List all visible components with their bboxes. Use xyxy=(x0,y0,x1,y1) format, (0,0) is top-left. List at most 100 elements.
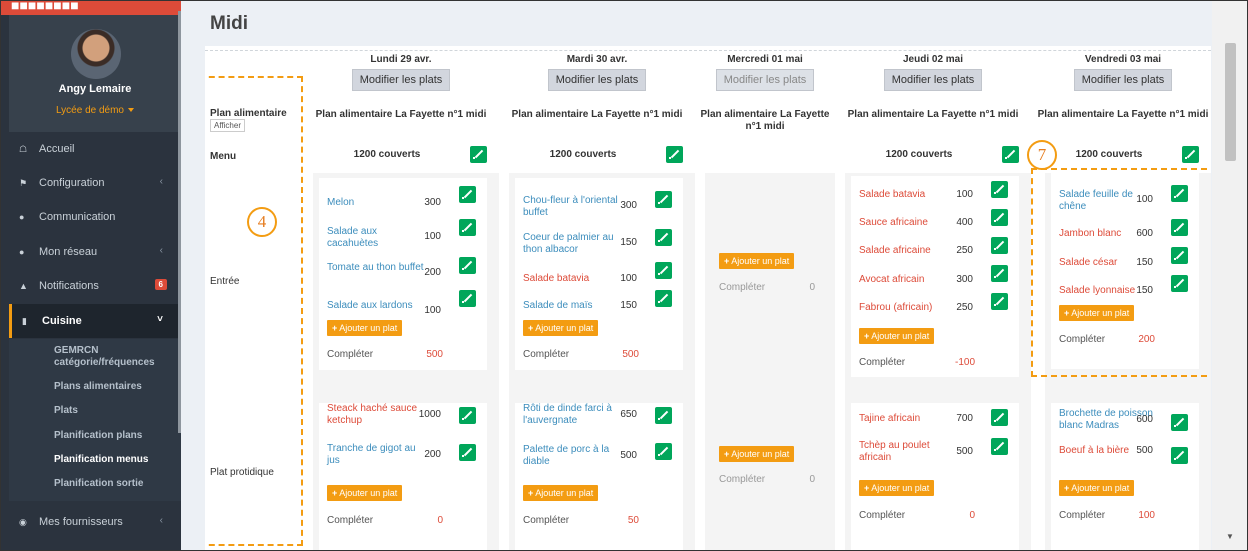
add-dish-button[interactable]: + Ajouter un plat xyxy=(523,485,599,501)
covers-count: 1200 couverts xyxy=(353,149,421,160)
complete-label: Compléter xyxy=(719,474,766,485)
entree-card: Chou-fleur à l'oriental buffet 300 Coeur d… xyxy=(515,178,683,370)
annotation-circle-7: 7 xyxy=(1027,140,1057,170)
edit-pencil-icon[interactable] xyxy=(991,265,1008,282)
submenu-item-planification-menus[interactable]: Planification menus xyxy=(54,454,148,466)
modify-dishes-button[interactable]: Modifier les plats xyxy=(715,69,815,91)
add-dish-label: Ajouter un plat xyxy=(871,331,930,341)
submenu-item-planification-sortie[interactable]: Planification sortie xyxy=(54,478,143,490)
dish-quantity: 1000 xyxy=(418,409,441,420)
edit-pencil-icon[interactable] xyxy=(991,409,1008,426)
plus-icon: + xyxy=(864,483,870,493)
edit-pencil-icon[interactable] xyxy=(655,407,672,424)
edit-pencil-icon[interactable] xyxy=(459,219,476,236)
school-selector[interactable]: Lycée de démo xyxy=(9,105,181,116)
edit-pencil-icon[interactable] xyxy=(459,186,476,203)
dish-quantity: 600 xyxy=(1136,414,1153,425)
modify-dishes-button[interactable]: Modifier les plats xyxy=(883,69,983,91)
day-header: Mardi 30 avr. Modifier les plats xyxy=(499,54,695,91)
edit-pencil-icon[interactable] xyxy=(991,209,1008,226)
main-area: Midi Plan alimentaire Afficher Menu Entr… xyxy=(181,1,1212,550)
edit-pencil-icon[interactable] xyxy=(655,443,672,460)
modify-dishes-button[interactable]: Modifier les plats xyxy=(547,69,647,91)
add-dish-button[interactable]: + Ajouter un plat xyxy=(1059,480,1135,496)
add-dish-button[interactable]: + Ajouter un plat xyxy=(523,320,599,336)
edit-pencil-icon[interactable] xyxy=(1182,146,1199,163)
edit-pencil-icon[interactable] xyxy=(991,438,1008,455)
bell-icon: ▲ xyxy=(19,281,28,291)
day-name: Mercredi 01 mai xyxy=(727,54,803,65)
annotation-circle-4: 4 xyxy=(247,207,277,237)
page-scrollbar[interactable]: ▼ xyxy=(1212,1,1247,550)
edit-pencil-icon[interactable] xyxy=(666,146,683,163)
add-dish-label: Ajouter un plat xyxy=(731,449,790,459)
day-name: Lundi 29 avr. xyxy=(370,54,432,65)
sidebar-item-6[interactable]: ◉ Mes fournisseurs ‹ xyxy=(9,505,181,539)
edit-pencil-icon[interactable] xyxy=(459,290,476,307)
edit-pencil-icon[interactable] xyxy=(470,146,487,163)
day-header: Jeudi 02 mai Modifier les plats xyxy=(835,54,1031,91)
edit-pencil-icon[interactable] xyxy=(655,290,672,307)
submenu-item-plats[interactable]: Plats xyxy=(54,405,78,417)
day-name: Jeudi 02 mai xyxy=(902,54,964,65)
proteique-card: + Ajouter un plat Compléter 0 xyxy=(711,403,823,550)
submenu-item-plans-alimentaires[interactable]: Plans alimentaires xyxy=(54,381,142,393)
edit-pencil-icon[interactable] xyxy=(991,293,1008,310)
edit-pencil-icon[interactable] xyxy=(1002,146,1019,163)
dish-quantity: 150 xyxy=(620,237,637,248)
chevron-left-icon: ‹ xyxy=(159,515,163,526)
annotation-box-4 xyxy=(205,76,303,546)
cutlery-icon: ▮ xyxy=(22,316,27,326)
edit-pencil-icon[interactable] xyxy=(459,444,476,461)
edit-pencil-icon[interactable] xyxy=(459,407,476,424)
complete-value: 50 xyxy=(627,515,639,526)
modify-dishes-button[interactable]: Modifier les plats xyxy=(1073,69,1173,91)
edit-pencil-icon[interactable] xyxy=(459,257,476,274)
add-dish-button[interactable]: + Ajouter un plat xyxy=(719,446,795,462)
edit-pencil-icon[interactable] xyxy=(1171,447,1188,464)
plan-name: Plan alimentaire La Fayette n°1 midi xyxy=(1037,109,1209,120)
add-dish-label: Ajouter un plat xyxy=(535,323,594,333)
add-dish-button[interactable]: + Ajouter un plat xyxy=(327,320,403,336)
complete-label: Compléter xyxy=(719,282,766,293)
entree-card: + Ajouter un plat Compléter 0 xyxy=(711,178,823,370)
add-dish-button[interactable]: + Ajouter un plat xyxy=(327,485,403,501)
sidebar-item-2[interactable]: ● Communication xyxy=(9,200,181,234)
sidebar-item-4[interactable]: ▲ Notifications 6 xyxy=(9,269,181,303)
sidebar-item-5[interactable]: ▮ Cuisine ˅ xyxy=(9,304,181,338)
sidebar-item-1[interactable]: ⚑ Configuration ‹ xyxy=(9,166,181,200)
dish-quantity: 100 xyxy=(956,189,973,200)
plus-icon: + xyxy=(528,323,534,333)
dish-quantity: 150 xyxy=(620,300,637,311)
edit-pencil-icon[interactable] xyxy=(655,229,672,246)
submenu-item-gemrcn[interactable]: GEMRCN catégorie/fréquences xyxy=(54,345,155,369)
edit-pencil-icon[interactable] xyxy=(991,181,1008,198)
add-dish-button[interactable]: + Ajouter un plat xyxy=(859,480,935,496)
add-dish-button[interactable]: + Ajouter un plat xyxy=(719,253,795,269)
sidebar-item-label: Cuisine xyxy=(42,315,82,327)
menu-covers: 1200 couverts xyxy=(499,146,695,166)
covers-count: 1200 couverts xyxy=(549,149,617,160)
modify-dishes-button[interactable]: Modifier les plats xyxy=(351,69,451,91)
edit-pencil-icon[interactable] xyxy=(1171,414,1188,431)
edit-pencil-icon[interactable] xyxy=(655,262,672,279)
sidebar-item-3[interactable]: ● Mon réseau ‹ xyxy=(9,235,181,269)
submenu-item-planification-plans[interactable]: Planification plans xyxy=(54,430,142,442)
chevron-left-icon: ‹ xyxy=(159,245,163,256)
add-dish-button[interactable]: + Ajouter un plat xyxy=(859,328,935,344)
school-label: Lycée de démo xyxy=(55,105,124,116)
sidebar-item-0[interactable]: ☖ Accueil xyxy=(9,132,181,166)
complete-label: Compléter xyxy=(523,515,570,526)
day-header: Vendredi 03 mai Modifier les plats xyxy=(1035,54,1211,91)
scrollbar-thumb[interactable] xyxy=(1225,43,1236,161)
edit-pencil-icon[interactable] xyxy=(991,237,1008,254)
dish-quantity: 300 xyxy=(956,274,973,285)
app-window: ■■■■■■■■ Angy Lemaire Lycée de démo ☖ Acc… xyxy=(0,0,1248,551)
dish-quantity: 100 xyxy=(424,305,441,316)
chevron-left-icon: ‹ xyxy=(159,176,163,187)
scroll-down-icon[interactable]: ▼ xyxy=(1226,532,1234,541)
caret-down-icon xyxy=(128,108,134,113)
user-name: Angy Lemaire xyxy=(58,83,132,95)
sidebar: ■■■■■■■■ Angy Lemaire Lycée de démo ☖ Acc… xyxy=(1,1,181,550)
edit-pencil-icon[interactable] xyxy=(655,191,672,208)
